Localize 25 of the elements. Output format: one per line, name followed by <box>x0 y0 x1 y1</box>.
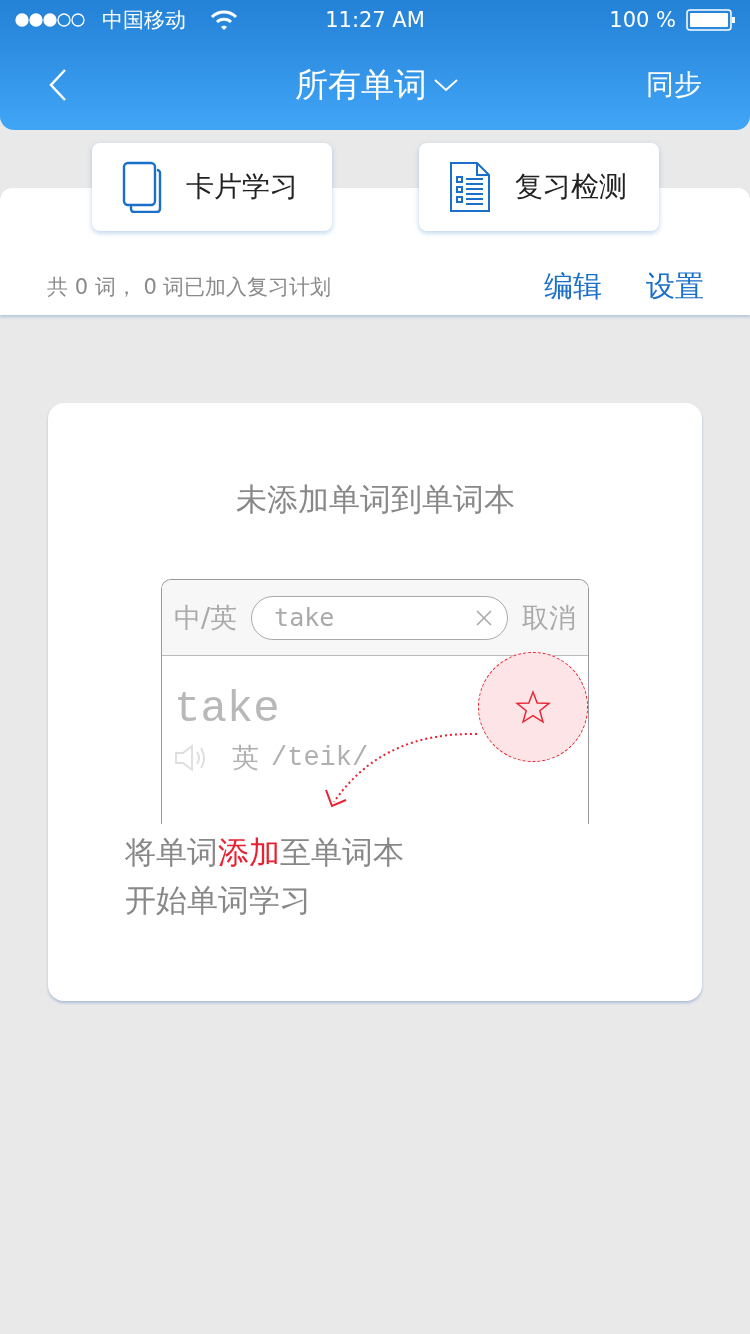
word-count-summary: 共 0 词， 0 词已加入复习计划 <box>47 274 332 301</box>
battery-percent: 100 % <box>609 8 676 32</box>
star-icon <box>515 690 551 724</box>
action-link[interactable]: 设置 <box>646 267 704 307</box>
cancel-label: 取消 <box>522 600 576 635</box>
instruction-text: 将单词添加至单词本 开始单词学习 <box>125 833 405 920</box>
cards-icon <box>122 161 162 213</box>
word-heading: take <box>174 684 280 734</box>
status-time: 11:27 AM <box>325 8 425 32</box>
sync-button[interactable]: 同步 <box>646 66 702 104</box>
chevron-down-icon[interactable] <box>433 77 459 93</box>
carrier-name: 中国移动 <box>102 7 186 34</box>
phonetic-label: 英 <box>232 741 259 775</box>
wifi-icon <box>210 10 238 30</box>
phonetic-text: /teik/ <box>271 743 369 773</box>
speaker-icon <box>174 743 208 773</box>
document-list-icon <box>449 161 491 213</box>
page-title[interactable]: 所有单词 <box>295 62 427 108</box>
mode-button[interactable]: 卡片学习 <box>92 143 332 231</box>
action-link[interactable]: 编辑 <box>544 267 602 307</box>
battery-icon <box>686 9 736 31</box>
mode-button[interactable]: 复习检测 <box>419 143 659 231</box>
back-icon[interactable] <box>48 68 68 102</box>
empty-state-title: 未添加单词到单词本 <box>235 480 515 519</box>
clear-icon <box>475 608 493 627</box>
